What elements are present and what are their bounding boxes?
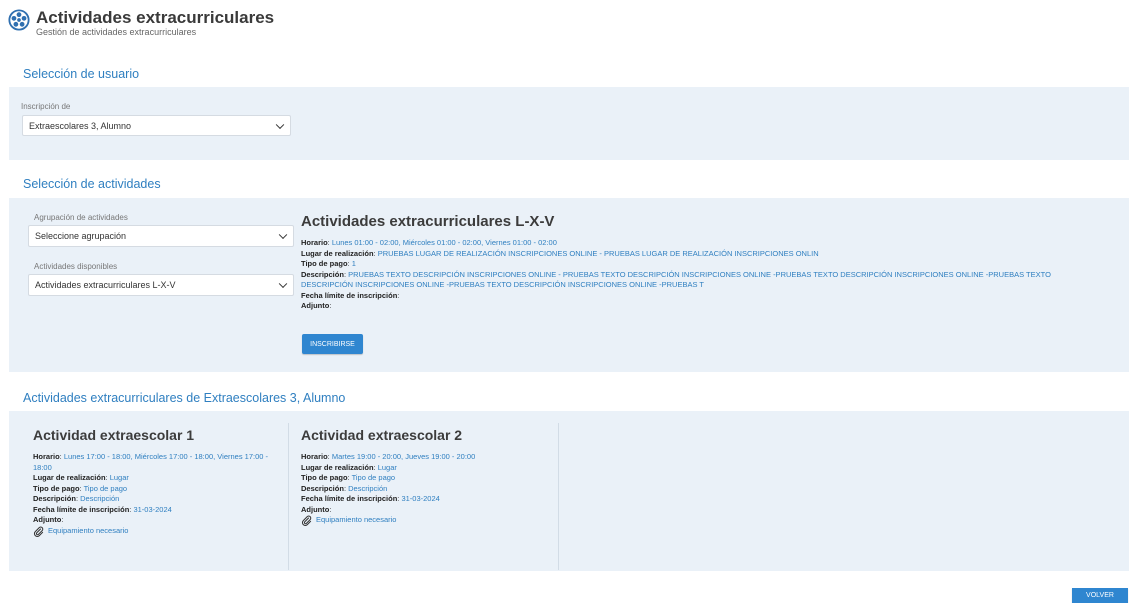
user-section-title: Selección de usuario [23, 67, 140, 81]
card-divider [558, 423, 559, 570]
attachment-file-name: Equipamiento necesario [316, 515, 397, 525]
enroll-button[interactable]: INSCRIBIRSE [302, 334, 363, 354]
card-payment-label: Tipo de pago [33, 483, 80, 493]
activity-card: Actividad extraescolar 1 Horario: Lunes … [33, 423, 273, 570]
user-select-label: Inscripción de [21, 102, 71, 111]
card-place-value: Lugar [375, 462, 397, 472]
card-deadline-label: Fecha límite de inscripción [33, 504, 130, 514]
group-select-value: Seleccione agrupación [35, 231, 127, 241]
activity-card: Actividad extraescolar 2 Horario: Martes… [301, 423, 541, 570]
detail-schedule-label: Horario [301, 238, 328, 247]
available-select-value: Actividades extracurriculares L-X-V [35, 280, 176, 290]
detail-place-value: PRUEBAS LUGAR DE REALIZACIÓN INSCRIPCION… [375, 248, 819, 258]
activity-selection-panel: Agrupación de actividades Seleccione agr… [9, 198, 1129, 372]
detail-schedule-value: Lunes 01:00 - 02:00, Miércoles 01:00 - 0… [329, 238, 557, 247]
card-description-label: Descripción [33, 494, 76, 503]
card-place-label: Lugar de realización [301, 462, 374, 472]
back-button[interactable]: VOLVER [1072, 588, 1128, 603]
card-description-value: Descripción [78, 494, 120, 503]
user-select[interactable]: Extraescolares 3, Alumno [22, 115, 291, 136]
card-deadline-label: Fecha límite de inscripción [301, 494, 398, 503]
card-divider [288, 423, 289, 570]
page-title: Actividades extracurriculares [36, 8, 275, 27]
activity-wheel-icon [8, 9, 30, 31]
detail-description-value: PRUEBAS TEXTO DESCRIPCIÓN INSCRIPCIONES … [301, 269, 1051, 290]
card-deadline-value: 31-03-2024 [131, 504, 172, 514]
user-selection-panel: Inscripción de Extraescolares 3, Alumno [9, 87, 1129, 160]
detail-place-label: Lugar de realización [301, 248, 374, 258]
page-header: Actividades extracurriculares Gestión de… [8, 8, 274, 37]
group-select[interactable]: Seleccione agrupación [28, 225, 294, 247]
attachment-link[interactable]: Equipamiento necesario [301, 515, 541, 526]
card-payment-label: Tipo de pago [301, 473, 348, 482]
detail-payment-label: Tipo de pago [301, 259, 348, 268]
card-payment-value: Tipo de pago [349, 473, 396, 482]
card-description-label: Descripción [301, 483, 344, 493]
activity-detail-title: Actividades extracurriculares L-X-V [301, 213, 555, 230]
detail-payment-value: 1 [349, 259, 356, 268]
available-select-label: Actividades disponibles [34, 262, 118, 271]
attachment-link[interactable]: Equipamiento necesario [33, 526, 273, 537]
user-select-value: Extraescolares 3, Alumno [29, 120, 132, 131]
group-select-label: Agrupación de actividades [34, 213, 128, 222]
card-info: Horario: Lunes 17:00 - 18:00, Miércoles … [33, 452, 273, 537]
card-attachment-label: Adjunto [301, 504, 330, 514]
card-payment-value: Tipo de pago [81, 483, 128, 493]
detail-description-label: Descripción [301, 269, 344, 279]
card-schedule-value: Martes 19:00 - 20:00, Jueves 19:00 - 20:… [329, 452, 476, 461]
card-schedule-label: Horario [33, 452, 60, 461]
chevron-down-icon [278, 279, 288, 289]
card-schedule-value: Lunes 17:00 - 18:00, Miércoles 17:00 - 1… [33, 452, 269, 472]
paperclip-icon [301, 515, 312, 526]
card-description-value: Descripción [346, 483, 388, 493]
card-place-label: Lugar de realización [33, 473, 106, 482]
card-schedule-label: Horario [301, 452, 328, 461]
enrolled-activities-panel: Actividad extraescolar 1 Horario: Lunes … [9, 411, 1129, 571]
card-attachment-label: Adjunto [33, 515, 62, 524]
activity-section-title: Selección de actividades [23, 177, 161, 191]
card-info: Horario: Martes 19:00 - 20:00, Jueves 19… [301, 452, 541, 526]
activity-detail-info: Horario: Lunes 01:00 - 02:00, Miércoles … [301, 238, 1051, 310]
chevron-down-icon [278, 230, 288, 240]
paperclip-icon [33, 526, 44, 537]
detail-deadline-label: Fecha límite de inscripción [301, 290, 398, 300]
enrolled-section-title: Actividades extracurriculares de Extraes… [23, 391, 346, 405]
card-place-value: Lugar [107, 473, 129, 482]
card-title: Actividad extraescolar 2 [301, 427, 463, 443]
attachment-file-name: Equipamiento necesario [48, 525, 129, 535]
chevron-down-icon [275, 120, 285, 129]
card-title: Actividad extraescolar 1 [33, 427, 195, 443]
page-subtitle: Gestión de actividades extracurriculares [36, 27, 197, 37]
detail-attachment-label: Adjunto [301, 301, 330, 310]
available-activities-select[interactable]: Actividades extracurriculares L-X-V [28, 274, 294, 296]
card-deadline-value: 31-03-2024 [399, 494, 440, 503]
